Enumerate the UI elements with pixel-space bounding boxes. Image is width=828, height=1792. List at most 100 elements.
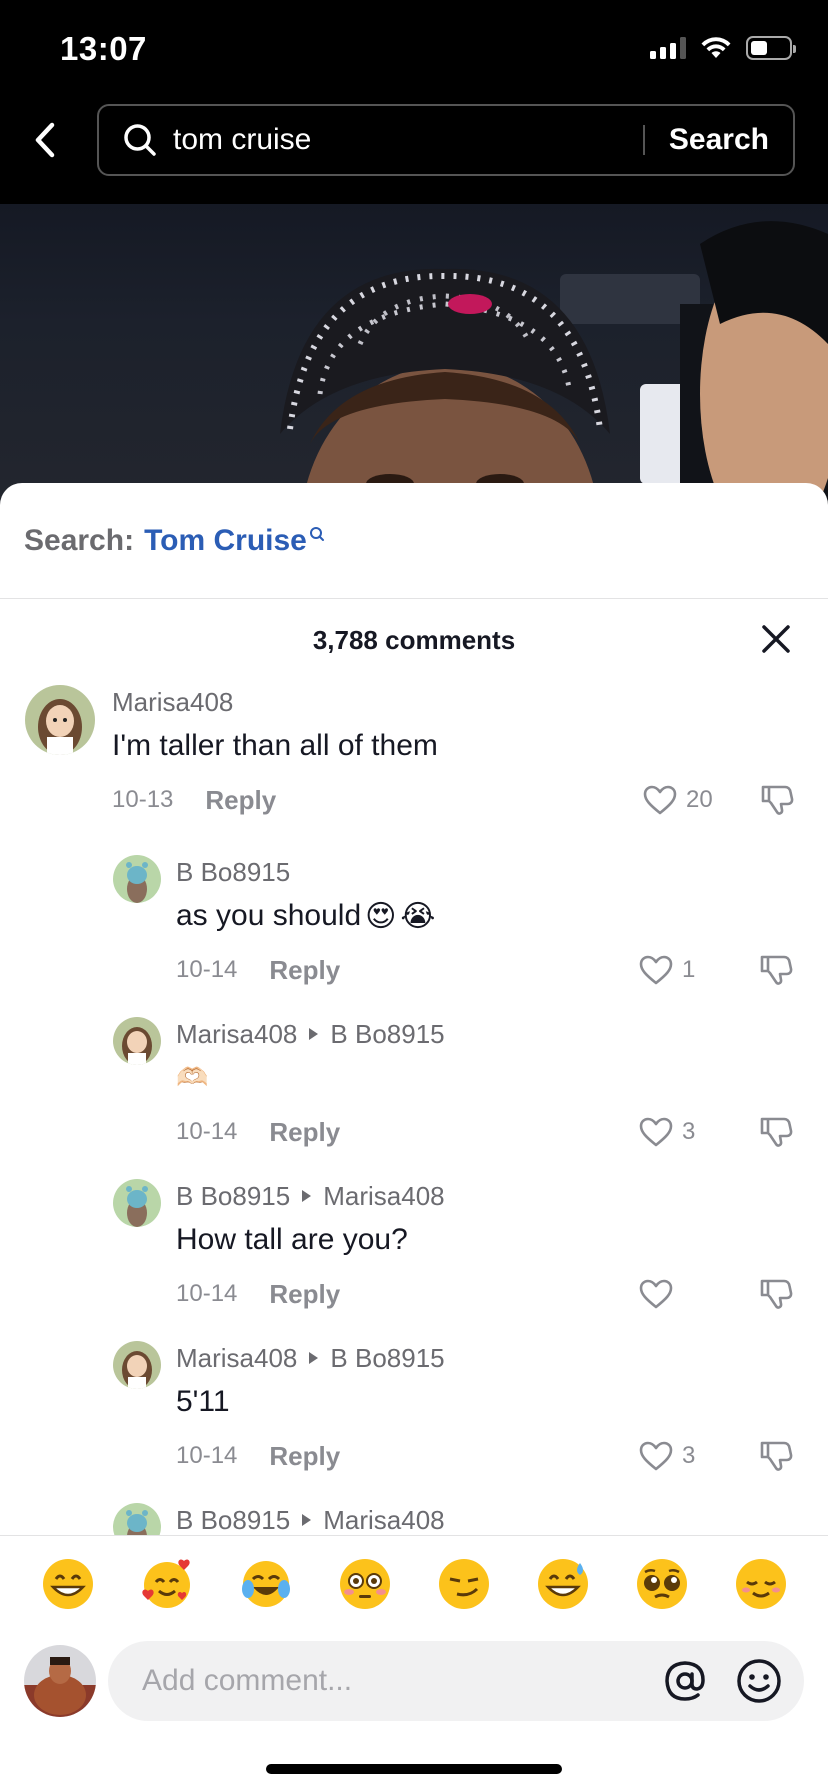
heart-icon xyxy=(639,1279,673,1309)
avatar[interactable] xyxy=(113,1179,161,1227)
emoji-grinning-sweat[interactable] xyxy=(534,1555,592,1613)
comment-date: 10-13 xyxy=(112,786,174,813)
video-background[interactable] xyxy=(0,204,828,504)
comment-text: How tall are you? xyxy=(176,1223,408,1256)
emoji-smirking[interactable] xyxy=(435,1555,493,1613)
reply-button[interactable]: Reply xyxy=(269,1279,340,1310)
comment-username[interactable]: B Bo8915 Marisa408 xyxy=(176,1179,445,1213)
heart-hands-emoji: 🫶🏻 xyxy=(176,1061,209,1092)
comment-list: Marisa408 I'm taller than all of them 10… xyxy=(0,685,828,1535)
crying-emoji: 😭 xyxy=(400,899,436,933)
comment-meta: 10-14 Reply xyxy=(176,1115,340,1149)
search-suggestion-icon xyxy=(309,526,324,541)
emoji-flushed[interactable] xyxy=(336,1555,394,1613)
like-button[interactable] xyxy=(638,1277,682,1311)
comment-date: 10-14 xyxy=(176,1118,238,1145)
like-count: 3 xyxy=(682,1118,696,1145)
emoji-smiling-hearts[interactable] xyxy=(138,1555,196,1613)
comment-meta: 10-14 Reply xyxy=(176,1277,340,1311)
comment-item: Marisa408 B Bo8915 5'11 10-14 Reply 3 xyxy=(0,1341,828,1491)
reply-button[interactable]: Reply xyxy=(269,955,340,986)
like-button[interactable]: 3 xyxy=(638,1115,695,1149)
wifi-icon xyxy=(701,37,731,58)
dislike-icon[interactable] xyxy=(759,781,795,817)
comment-item: Marisa408 B Bo8915 🫶🏻 10-14 Reply 3 xyxy=(0,1017,828,1167)
like-button[interactable]: 1 xyxy=(638,953,695,987)
avatar[interactable] xyxy=(113,855,161,903)
status-time: 13:07 xyxy=(60,30,147,67)
emoji-relieved[interactable] xyxy=(732,1555,790,1613)
reply-to-username[interactable]: Marisa408 xyxy=(323,1505,444,1536)
comment-text: 5'11 xyxy=(176,1385,230,1418)
status-bar: 13:07 xyxy=(0,0,828,96)
dislike-icon[interactable] xyxy=(758,951,794,987)
reply-button[interactable]: Reply xyxy=(269,1441,340,1472)
heart-icon xyxy=(639,955,673,985)
search-button[interactable]: Search xyxy=(645,123,793,157)
search-suggestion-prefix: Search: xyxy=(24,523,135,557)
like-button[interactable]: 3 xyxy=(638,1439,695,1473)
comment-username[interactable]: Marisa408 xyxy=(112,685,233,719)
comment-input[interactable]: Add comment... xyxy=(108,1641,804,1721)
heart-icon xyxy=(639,1441,673,1471)
avatar[interactable] xyxy=(113,1017,161,1065)
comment-text: as you should 😍 😭 xyxy=(176,899,436,933)
emoji-quick-bar xyxy=(0,1535,828,1631)
emoji-grinning[interactable] xyxy=(39,1555,97,1613)
dislike-icon[interactable] xyxy=(758,1437,794,1473)
battery-icon xyxy=(746,36,796,60)
reply-button[interactable]: Reply xyxy=(205,785,276,816)
avatar[interactable] xyxy=(25,685,95,755)
comment-username[interactable]: Marisa408 B Bo8915 xyxy=(176,1341,445,1375)
emoji-pleading[interactable] xyxy=(633,1555,691,1613)
mention-icon[interactable] xyxy=(660,1656,710,1706)
reply-to-username[interactable]: Marisa408 xyxy=(323,1181,444,1212)
heart-eyes-emoji: 😍 xyxy=(365,899,397,933)
search-box[interactable]: Search xyxy=(97,104,795,176)
reply-arrow-icon xyxy=(309,1028,319,1040)
comment-username[interactable]: B Bo8915 xyxy=(176,855,290,889)
search-input[interactable] xyxy=(173,123,643,157)
emoji-picker-icon[interactable] xyxy=(734,1656,784,1706)
reply-to-username[interactable]: B Bo8915 xyxy=(330,1019,444,1050)
reply-arrow-icon xyxy=(302,1514,312,1526)
comment-item: B Bo8915 Marisa408 How tall are you? 10-1… xyxy=(0,1179,828,1329)
comment-username[interactable]: Marisa408 B Bo8915 xyxy=(176,1017,445,1051)
search-header: Search xyxy=(0,96,828,204)
comment-date: 10-14 xyxy=(176,1442,238,1469)
reply-arrow-icon xyxy=(309,1352,319,1364)
comment-meta: 10-14 Reply xyxy=(176,953,340,987)
home-indicator xyxy=(266,1764,562,1774)
search-suggestion-term[interactable]: Tom Cruise xyxy=(144,524,307,558)
search-icon xyxy=(123,123,157,157)
search-suggestion[interactable]: Search: Tom Cruise xyxy=(0,483,828,599)
comment-item: Marisa408 I'm taller than all of them 10… xyxy=(0,685,828,835)
avatar[interactable] xyxy=(113,1341,161,1389)
reply-to-username[interactable]: B Bo8915 xyxy=(330,1343,444,1374)
comment-text: 🫶🏻 xyxy=(176,1057,208,1097)
like-button[interactable]: 20 xyxy=(642,783,713,817)
comment-input-row: Add comment... xyxy=(0,1631,828,1792)
like-count: 1 xyxy=(682,956,696,983)
dislike-icon[interactable] xyxy=(758,1113,794,1149)
back-button[interactable] xyxy=(22,116,70,164)
comment-item: B Bo8915 as you should 😍 😭 10-14 Reply 1 xyxy=(0,855,828,1005)
comment-date: 10-14 xyxy=(176,1280,238,1307)
comment-text: I'm taller than all of them xyxy=(112,729,438,762)
comment-count: 3,788 comments xyxy=(312,624,516,655)
comment-input-placeholder: Add comment... xyxy=(142,1664,353,1697)
avatar[interactable] xyxy=(113,1503,161,1535)
video-frame xyxy=(280,221,828,504)
comment-date: 10-14 xyxy=(176,956,238,983)
my-avatar[interactable] xyxy=(24,1645,96,1717)
reply-button[interactable]: Reply xyxy=(269,1117,340,1148)
cellular-signal-icon xyxy=(650,37,686,59)
reply-arrow-icon xyxy=(302,1190,312,1202)
heart-icon xyxy=(639,1117,673,1147)
dislike-icon[interactable] xyxy=(758,1275,794,1311)
comment-username[interactable]: B Bo8915 Marisa408 xyxy=(176,1503,445,1535)
close-icon[interactable] xyxy=(758,621,794,657)
emoji-tears-of-joy[interactable] xyxy=(237,1555,295,1613)
comment-meta: 10-14 Reply xyxy=(176,1439,340,1473)
comments-header: 3,788 comments xyxy=(0,599,828,681)
